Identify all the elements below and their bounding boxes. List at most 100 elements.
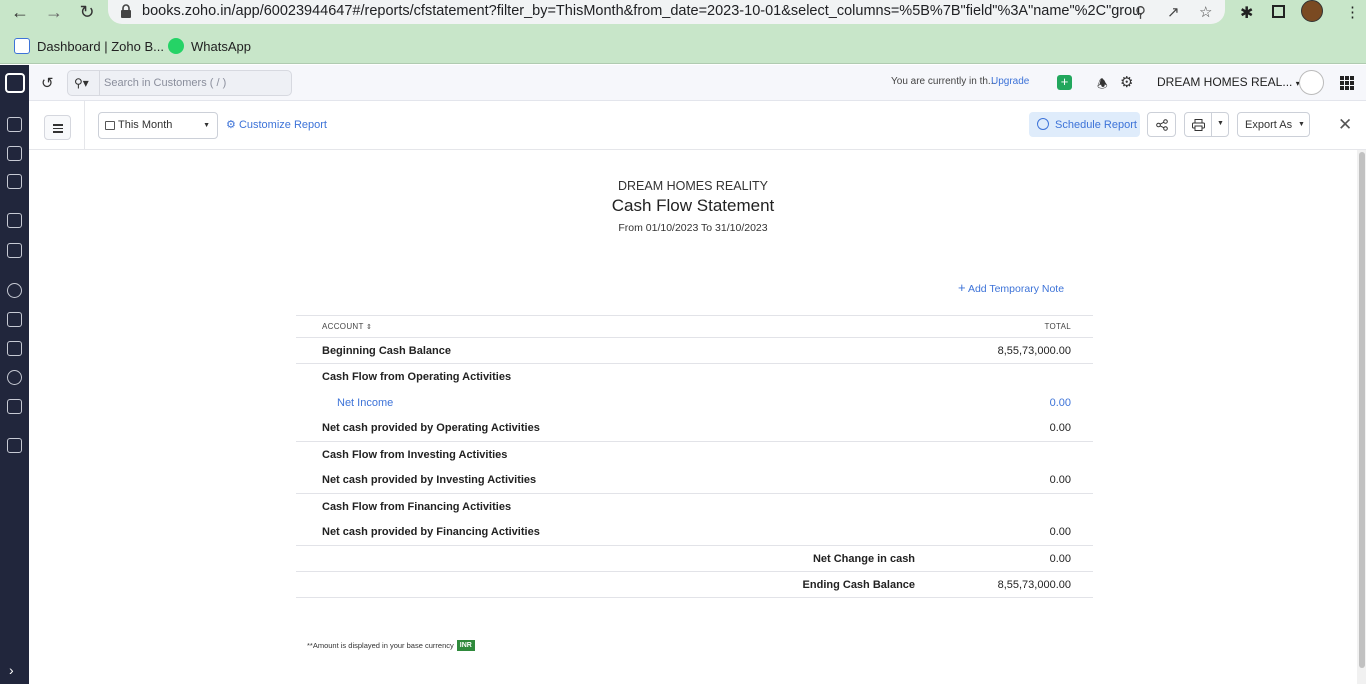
user-avatar[interactable] [1299,70,1324,95]
table-row: Beginning Cash Balance 8,55,73,000.00 [296,337,1093,364]
organization-switcher[interactable]: DREAM HOMES REAL... ▾ [1157,75,1300,89]
bookmark-label: Dashboard | Zoho B... [37,38,164,54]
company-name: DREAM HOMES REALITY [617,179,769,193]
address-bar[interactable]: books.zoho.in/app/60023944647#/reports/c… [108,0,1225,24]
app-launcher-grid-icon[interactable] [1340,76,1354,90]
beginning-cash-value: 8,55,73,000.00 [947,337,1093,364]
plus-icon: + [958,280,966,295]
search-divider [99,71,100,95]
purchases-bag-icon[interactable] [7,243,22,258]
time-tracking-icon[interactable] [7,283,22,298]
zoom-icon[interactable]: ⚲ [1135,3,1146,21]
schedule-report-button[interactable]: Schedule Report [1029,112,1140,137]
caret-down-icon: ▼ [1298,121,1305,128]
back-icon[interactable]: ← [8,0,32,24]
bookmark-whatsapp[interactable]: WhatsApp [168,38,251,54]
table-row: Ending Cash Balance 8,55,73,000.00 [296,571,1093,598]
net-income-link[interactable]: Net Income [296,390,947,416]
banking-icon[interactable] [7,174,22,189]
cash-flow-table: ACCOUNT ⇕ TOTAL Beginning Cash Balance 8… [296,315,1093,598]
bookmark-dashboard[interactable]: Dashboard | Zoho B... [14,38,164,54]
report-toolbar: This Month ▼ ⚙ Customize Report Schedule… [29,101,1366,150]
account-header-label: ACCOUNT [322,322,364,331]
gst-filing-icon[interactable] [7,341,22,356]
report-menu-button[interactable] [44,115,71,140]
whatsapp-icon [168,38,184,54]
app-header: ↺ ⚲▾ You are currently in th... Upgrade … [29,65,1366,101]
search-input[interactable] [104,75,284,91]
report-scrollbar[interactable] [1357,150,1366,684]
eway-bills-truck-icon[interactable] [7,312,22,327]
app-sidebar: › [0,65,29,684]
items-icon[interactable] [7,146,22,161]
profile-avatar[interactable] [1301,0,1323,22]
quick-create-button[interactable]: + [1057,75,1072,90]
close-report-icon[interactable]: ✕ [1338,115,1352,135]
table-row: Cash Flow from Financing Activities [296,494,1093,520]
notifications-bell-icon[interactable]: 🕭 [1097,75,1108,96]
bookmark-star-icon[interactable]: ☆ [1199,3,1212,21]
forward-icon[interactable]: → [42,0,66,24]
report-date-range: From 01/10/2023 To 31/10/2023 [618,222,768,234]
zoho-books-logo-icon[interactable] [5,73,25,93]
currency-badge: INR [456,640,475,651]
calendar-icon [105,121,115,130]
sidepanel-icon[interactable] [1272,5,1285,18]
export-as-dropdown[interactable]: Export As ▼ [1237,112,1310,137]
share-icon[interactable]: ↗ [1167,3,1180,21]
table-row: Net cash provided by Financing Activitie… [296,519,1093,546]
add-temporary-note-link[interactable]: + Add Temporary Note [958,280,1064,295]
upgrade-link[interactable]: Upgrade [991,76,1029,87]
customize-gear-icon: ⚙ [226,119,236,131]
period-dropdown[interactable]: This Month ▼ [98,112,218,139]
table-row: Net Income 0.00 [296,390,1093,416]
account-column-header[interactable]: ACCOUNT ⇕ [296,315,726,338]
recent-history-icon[interactable]: ↺ [41,74,54,92]
print-button-group[interactable]: ▼ [1184,112,1229,137]
reports-chart-icon[interactable] [7,399,22,414]
documents-folder-icon[interactable] [7,438,22,453]
caret-down-icon: ▼ [203,122,210,129]
table-header-row: ACCOUNT ⇕ TOTAL [296,315,1093,338]
reload-icon[interactable]: ↻ [75,0,99,24]
browser-menu-icon[interactable]: ⋮ [1345,3,1360,21]
investing-section-header: Cash Flow from Investing Activities [322,448,508,461]
print-options-caret-icon[interactable]: ▼ [1217,120,1224,127]
global-search[interactable]: ⚲▾ [67,70,292,96]
expand-sidebar-icon[interactable]: › [9,662,14,678]
operating-net-value: 0.00 [947,415,1093,442]
zoho-books-icon [14,38,30,54]
org-name: DREAM HOMES REAL... [1157,75,1293,89]
beginning-cash-label: Beginning Cash Balance [296,337,948,364]
operating-section-header: Cash Flow from Operating Activities [322,370,512,383]
extensions-icon[interactable]: ✱ [1240,3,1253,23]
financing-section-header: Cash Flow from Financing Activities [322,500,512,513]
period-value: This Month [118,119,173,131]
settings-gear-icon[interactable]: ⚙ [1120,73,1133,91]
browser-toolbar: ← → ↻ books.zoho.in/app/60023944647#/rep… [0,0,1366,33]
sales-cart-icon[interactable] [7,213,22,228]
schedule-label: Schedule Report [1055,119,1137,131]
customize-report-link[interactable]: ⚙ Customize Report [226,118,327,131]
url-text[interactable]: books.zoho.in/app/60023944647#/reports/c… [142,3,1142,19]
ending-cash-value: 8,55,73,000.00 [947,571,1093,598]
printer-icon[interactable] [1192,119,1205,131]
ending-cash-label: Ending Cash Balance [726,571,948,598]
home-icon[interactable] [7,117,22,132]
clock-icon [1037,118,1049,130]
search-icon[interactable]: ⚲▾ [74,76,89,90]
accountant-icon[interactable] [7,370,22,385]
investing-net-label: Net cash provided by Investing Activitie… [296,467,948,494]
investing-net-value: 0.00 [947,467,1093,494]
bookmarks-bar: Dashboard | Zoho B... WhatsApp [0,33,1366,64]
scrollbar-thumb[interactable] [1359,152,1365,668]
report-title: Cash Flow Statement [611,196,775,215]
footnote-text: **Amount is displayed in your base curre… [307,641,454,650]
share-nodes-icon [1156,119,1168,131]
operating-net-label: Net cash provided by Operating Activitie… [296,415,948,442]
net-income-value[interactable]: 0.00 [947,390,1093,416]
net-change-value: 0.00 [947,545,1093,572]
sort-icon[interactable]: ⇕ [366,324,372,331]
share-report-button[interactable] [1147,112,1176,137]
customize-label: Customize Report [238,119,327,131]
